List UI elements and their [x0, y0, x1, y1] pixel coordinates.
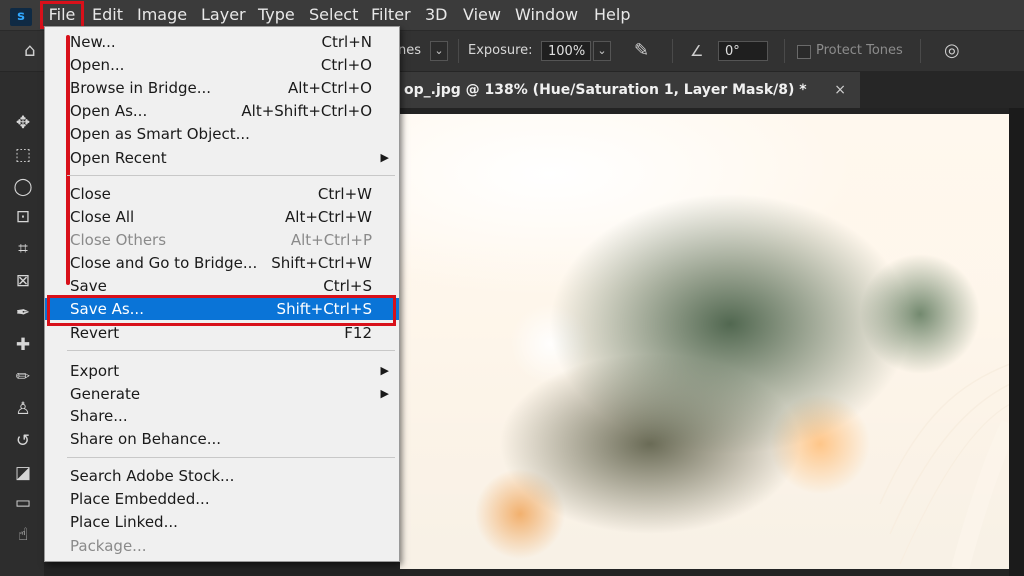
- exposure-input[interactable]: 100%: [541, 41, 591, 61]
- menu-select[interactable]: Select: [309, 3, 358, 27]
- angle-input[interactable]: 0°: [718, 41, 768, 61]
- menu-separator: [67, 175, 395, 176]
- home-icon[interactable]: ⌂: [24, 40, 35, 62]
- menu-item-open-recent[interactable]: Open Recent ▶: [45, 147, 399, 169]
- menu-item-package: Package...: [70, 537, 147, 555]
- clone-stamp-tool-icon[interactable]: ♙: [12, 398, 34, 420]
- move-tool-icon[interactable]: ✥: [12, 112, 34, 134]
- healing-brush-tool-icon[interactable]: ✚: [12, 334, 34, 356]
- menu-item-open[interactable]: Open... Ctrl+O: [45, 54, 399, 76]
- submenu-arrow-icon: ▶: [380, 364, 389, 377]
- document-image[interactable]: [400, 114, 1010, 569]
- menu-file[interactable]: File: [40, 1, 84, 29]
- menu-window[interactable]: Window: [515, 3, 578, 27]
- submenu-arrow-icon: ▶: [380, 151, 389, 164]
- protect-tones-checkbox[interactable]: [797, 45, 811, 59]
- menu-item-search-adobe-stock[interactable]: Search Adobe Stock...: [45, 465, 399, 487]
- marquee-tool-icon[interactable]: ⬚: [12, 144, 34, 166]
- protect-tones-label: Protect Tones: [816, 43, 903, 58]
- menu-item-share[interactable]: Share...: [45, 405, 399, 427]
- document-tab-title: op_.jpg @ 138% (Hue/Saturation 1, Layer …: [404, 82, 807, 98]
- menu-item-generate[interactable]: Generate ▶: [45, 383, 399, 405]
- menu-item-close[interactable]: Close Ctrl+W: [45, 183, 399, 205]
- menu-filter[interactable]: Filter: [371, 3, 411, 27]
- menu-item-save[interactable]: Save Ctrl+S: [45, 275, 399, 297]
- menu-type[interactable]: Type: [258, 3, 295, 27]
- separator: [672, 39, 673, 63]
- close-tab-icon[interactable]: ×: [834, 72, 846, 108]
- separator: [784, 39, 785, 63]
- menu-3d[interactable]: 3D: [425, 3, 448, 27]
- menu-item-close-all[interactable]: Close All Alt+Ctrl+W: [45, 206, 399, 228]
- menu-layer[interactable]: Layer: [201, 3, 246, 27]
- menu-item-export[interactable]: Export ▶: [45, 360, 399, 382]
- quick-select-tool-icon[interactable]: ⊡: [12, 206, 34, 228]
- range-dropdown-icon[interactable]: ⌄: [430, 41, 448, 61]
- crop-tool-icon[interactable]: ⌗: [12, 238, 34, 260]
- panel-edge: [1009, 108, 1024, 576]
- document-tab[interactable]: op_.jpg @ 138% (Hue/Saturation 1, Layer …: [400, 72, 860, 108]
- submenu-arrow-icon: ▶: [380, 387, 389, 400]
- airbrush-icon[interactable]: ✎: [634, 40, 649, 62]
- menu-item-share-on-behance[interactable]: Share on Behance...: [45, 428, 399, 450]
- menu-view[interactable]: View: [463, 3, 501, 27]
- eraser-tool-icon[interactable]: ◪: [12, 462, 34, 484]
- tools-panel: ✥ ⬚ ◯ ⊡ ⌗ ⊠ ✒ ✚ ✏ ♙ ↺ ◪ ▭ ☝: [0, 72, 45, 576]
- smudge-tool-icon[interactable]: ☝: [12, 524, 34, 546]
- menu-help[interactable]: Help: [594, 3, 630, 27]
- menu-image[interactable]: Image: [137, 3, 187, 27]
- exposure-label: Exposure:: [468, 43, 533, 58]
- range-select-value[interactable]: nes: [398, 41, 421, 61]
- menu-separator: [67, 350, 395, 351]
- separator: [920, 39, 921, 63]
- frame-tool-icon[interactable]: ⊠: [12, 270, 34, 292]
- exposure-dropdown-icon[interactable]: ⌄: [593, 41, 611, 61]
- menu-item-open-as[interactable]: Open As... Alt+Shift+Ctrl+O: [45, 100, 399, 122]
- separator: [458, 39, 459, 63]
- angle-icon: ∠: [690, 42, 704, 60]
- history-brush-tool-icon[interactable]: ↺: [12, 430, 34, 452]
- menu-item-place-linked[interactable]: Place Linked...: [45, 511, 399, 533]
- menu-edit[interactable]: Edit: [92, 3, 123, 27]
- photoshop-logo: s: [10, 8, 32, 26]
- lasso-tool-icon[interactable]: ◯: [12, 176, 34, 198]
- menu-item-new[interactable]: New... Ctrl+N: [45, 31, 399, 53]
- menu-item-browse-in-bridge[interactable]: Browse in Bridge... Alt+Ctrl+O: [45, 77, 399, 99]
- eyedropper-tool-icon[interactable]: ✒: [12, 302, 34, 324]
- hair-strands: [879, 363, 1010, 569]
- menu-separator: [67, 457, 395, 458]
- gradient-tool-icon[interactable]: ▭: [12, 492, 34, 514]
- menu-item-close-and-go-to-bridge[interactable]: Close and Go to Bridge... Shift+Ctrl+W: [45, 252, 399, 274]
- file-menu-dropdown: New... Ctrl+N Open... Ctrl+O Browse in Bri…: [44, 26, 400, 562]
- menu-item-open-as-smart-object[interactable]: Open as Smart Object...: [45, 123, 399, 145]
- annotation-highlight-box: [47, 295, 396, 326]
- brush-tool-icon[interactable]: ✏: [12, 366, 34, 388]
- pressure-size-icon[interactable]: ◎: [944, 40, 960, 62]
- menu-item-place-embedded[interactable]: Place Embedded...: [45, 488, 399, 510]
- menu-item-close-others: Close Others Alt+Ctrl+P: [70, 231, 372, 249]
